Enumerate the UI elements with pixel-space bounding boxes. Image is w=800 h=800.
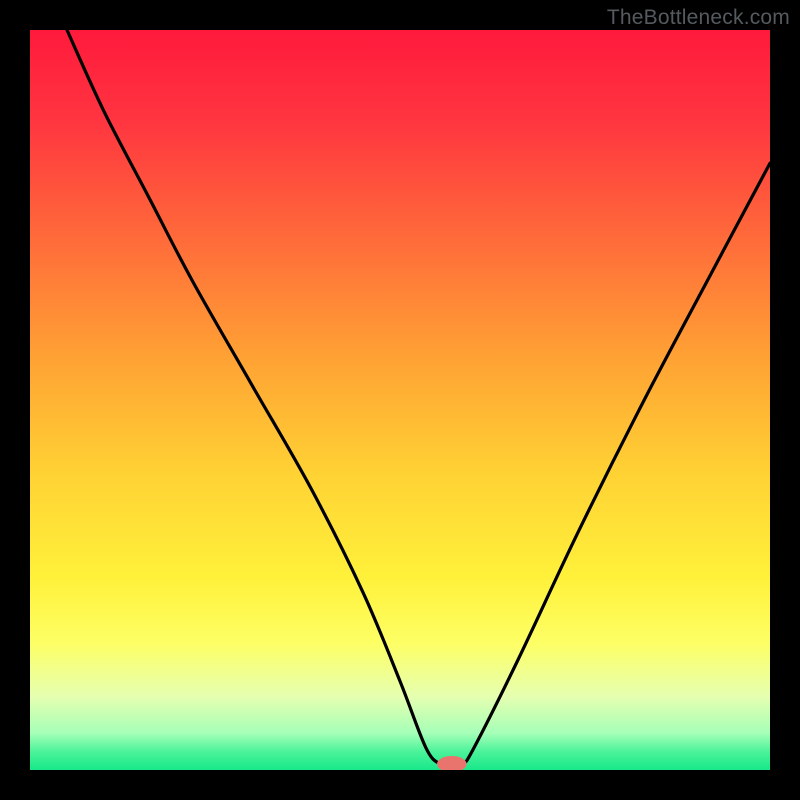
chart-frame: TheBottleneck.com — [0, 0, 800, 800]
gradient-background — [30, 30, 770, 770]
plot-area — [30, 30, 770, 770]
bottleneck-chart — [30, 30, 770, 770]
watermark-text: TheBottleneck.com — [607, 6, 790, 30]
